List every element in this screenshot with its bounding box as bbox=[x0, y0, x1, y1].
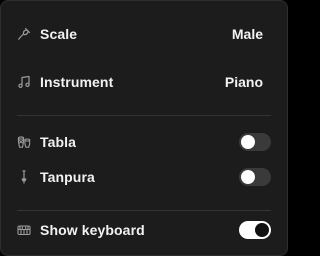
show-keyboard-row-left: Show keyboard bbox=[17, 222, 145, 238]
instrument-value[interactable]: Piano bbox=[225, 74, 263, 90]
show-keyboard-label: Show keyboard bbox=[40, 222, 145, 238]
tanpura-row-left: Tanpura bbox=[17, 169, 95, 185]
tanpura-icon bbox=[17, 170, 31, 184]
tanpura-toggle[interactable] bbox=[239, 168, 271, 186]
toggle-knob bbox=[241, 170, 255, 184]
instrument-label: Instrument bbox=[40, 74, 114, 90]
settings-panel: Scale Male Instrument Piano Tabla Tanpur… bbox=[0, 0, 288, 256]
scale-label: Scale bbox=[40, 26, 78, 42]
tanpura-row: Tanpura bbox=[17, 167, 271, 187]
scale-row-left: Scale bbox=[17, 26, 77, 42]
divider bbox=[17, 210, 271, 211]
toggle-knob bbox=[241, 135, 255, 149]
tabla-row-left: Tabla bbox=[17, 134, 76, 150]
tuning-fork-icon bbox=[17, 27, 31, 41]
instrument-row-left: Instrument bbox=[17, 74, 113, 90]
scale-row[interactable]: Scale Male bbox=[17, 24, 271, 44]
divider bbox=[17, 115, 271, 116]
tabla-icon bbox=[17, 135, 31, 149]
instrument-row[interactable]: Instrument Piano bbox=[17, 72, 271, 92]
show-keyboard-row: Show keyboard bbox=[17, 220, 271, 240]
scale-value[interactable]: Male bbox=[232, 26, 263, 42]
tanpura-label: Tanpura bbox=[40, 169, 95, 185]
music-note-icon bbox=[17, 75, 31, 89]
show-keyboard-toggle[interactable] bbox=[239, 221, 271, 239]
toggle-knob bbox=[255, 223, 269, 237]
tabla-toggle[interactable] bbox=[239, 133, 271, 151]
tabla-row: Tabla bbox=[17, 132, 271, 152]
piano-keyboard-icon bbox=[17, 223, 31, 237]
tabla-label: Tabla bbox=[40, 134, 77, 150]
